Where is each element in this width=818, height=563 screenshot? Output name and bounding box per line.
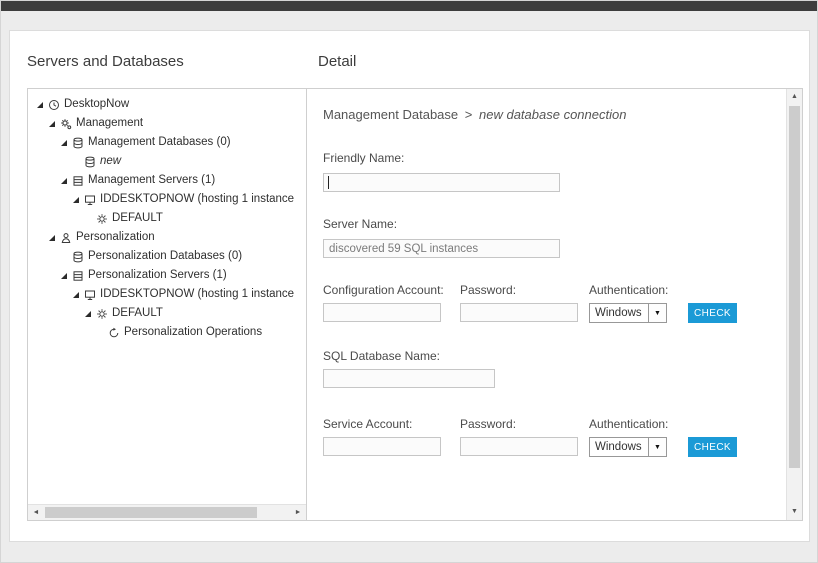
configuration-authentication-label: Authentication: xyxy=(589,283,668,297)
expander-expanded-icon[interactable] xyxy=(72,289,84,301)
tree-item-label: DEFAULT xyxy=(112,304,163,323)
tree-item[interactable]: IDDESKTOPNOW (hosting 1 instance xyxy=(30,285,304,304)
selected-authentication-value: Windows xyxy=(590,304,648,322)
detail-form: Management Database > new database conne… xyxy=(307,89,786,520)
vertical-scrollbar[interactable]: ▲ ▼ xyxy=(786,89,802,520)
tree-item[interactable]: new xyxy=(30,152,304,171)
user-icon xyxy=(60,232,74,244)
detail-panel-title: Detail xyxy=(318,53,356,70)
sql-database-name-label: SQL Database Name: xyxy=(323,349,440,363)
service-account-input[interactable] xyxy=(323,437,441,456)
text-cursor xyxy=(328,176,329,189)
tree-item[interactable]: DesktopNow xyxy=(30,95,304,114)
friendly-name-label: Friendly Name: xyxy=(323,151,404,165)
scroll-right-icon[interactable]: ► xyxy=(290,505,306,520)
expander-spacer xyxy=(84,213,96,225)
scroll-left-icon[interactable]: ◄ xyxy=(28,505,44,520)
scrollbar-thumb[interactable] xyxy=(789,106,800,468)
breadcrumb: Management Database > new database conne… xyxy=(323,107,626,122)
server-name-input[interactable] xyxy=(323,239,560,258)
title-bar xyxy=(1,1,817,11)
gear-icon xyxy=(96,308,110,320)
server-icon xyxy=(72,270,86,282)
expander-expanded-icon[interactable] xyxy=(60,175,72,187)
clock-icon xyxy=(48,99,62,111)
configuration-account-label: Configuration Account: xyxy=(323,283,444,297)
tree-item-label: Personalization xyxy=(76,228,155,247)
server-icon xyxy=(72,175,86,187)
detail-panel: Management Database > new database conne… xyxy=(306,88,803,521)
friendly-name-input[interactable] xyxy=(323,173,560,192)
tree-item[interactable]: Management Servers (1) xyxy=(30,171,304,190)
scroll-up-icon[interactable]: ▲ xyxy=(787,89,802,105)
operations-icon xyxy=(108,327,122,339)
service-account-label: Service Account: xyxy=(323,417,412,431)
scroll-down-icon[interactable]: ▼ xyxy=(787,504,802,520)
server-name-label: Server Name: xyxy=(323,217,397,231)
chevron-down-icon[interactable]: ▼ xyxy=(648,438,666,456)
configuration-check-button[interactable]: CHECK xyxy=(688,303,737,323)
expander-spacer xyxy=(60,251,72,263)
expander-spacer xyxy=(96,327,108,339)
service-password-label: Password: xyxy=(460,417,516,431)
service-authentication-select[interactable]: Windows ▼ xyxy=(589,437,667,457)
tree-item-label: Personalization Operations xyxy=(124,323,262,342)
configuration-password-input[interactable] xyxy=(460,303,578,322)
chevron-down-icon[interactable]: ▼ xyxy=(648,304,666,322)
tree-item-label: Personalization Servers (1) xyxy=(88,266,227,285)
monitor-icon xyxy=(84,194,98,206)
expander-expanded-icon[interactable] xyxy=(36,99,48,111)
database-icon xyxy=(72,251,86,263)
monitor-icon xyxy=(84,289,98,301)
breadcrumb-current: new database connection xyxy=(479,107,626,122)
expander-expanded-icon[interactable] xyxy=(72,194,84,206)
gear-icon xyxy=(96,213,110,225)
expander-expanded-icon[interactable] xyxy=(60,137,72,149)
breadcrumb-parent[interactable]: Management Database xyxy=(323,107,458,122)
database-icon xyxy=(72,137,86,149)
app-window: Servers and Databases Detail DesktopNowM… xyxy=(0,0,818,563)
tree: DesktopNowManagementManagement Databases… xyxy=(30,95,304,503)
tree-item[interactable]: Personalization Servers (1) xyxy=(30,266,304,285)
servers-panel-title: Servers and Databases xyxy=(27,53,184,70)
expander-expanded-icon[interactable] xyxy=(48,118,60,130)
expander-expanded-icon[interactable] xyxy=(60,270,72,282)
configuration-authentication-select[interactable]: Windows ▼ xyxy=(589,303,667,323)
expander-spacer xyxy=(72,156,84,168)
configuration-account-input[interactable] xyxy=(323,303,441,322)
breadcrumb-separator: > xyxy=(465,107,473,122)
configuration-password-label: Password: xyxy=(460,283,516,297)
main-panel: Servers and Databases Detail DesktopNowM… xyxy=(9,30,810,542)
tree-item[interactable]: DEFAULT xyxy=(30,304,304,323)
tree-item[interactable]: IDDESKTOPNOW (hosting 1 instance xyxy=(30,190,304,209)
service-authentication-label: Authentication: xyxy=(589,417,668,431)
tree-item-label: DEFAULT xyxy=(112,209,163,228)
tree-item[interactable]: Management Databases (0) xyxy=(30,133,304,152)
service-password-input[interactable] xyxy=(460,437,578,456)
tree-item-label: IDDESKTOPNOW (hosting 1 instance xyxy=(100,190,294,209)
tree-item[interactable]: Personalization Databases (0) xyxy=(30,247,304,266)
tree-item[interactable]: Personalization Operations xyxy=(30,323,304,342)
tree-item-label: new xyxy=(100,152,121,171)
tree-item[interactable]: Personalization xyxy=(30,228,304,247)
tree-item-label: Management Servers (1) xyxy=(88,171,215,190)
selected-authentication-value: Windows xyxy=(590,438,648,456)
service-check-button[interactable]: CHECK xyxy=(688,437,737,457)
servers-tree-panel: DesktopNowManagementManagement Databases… xyxy=(27,88,307,521)
tree-item-label: IDDESKTOPNOW (hosting 1 instance xyxy=(100,285,294,304)
tree-item-label: Management xyxy=(76,114,143,133)
tree-item[interactable]: Management xyxy=(30,114,304,133)
tree-item-label: Personalization Databases (0) xyxy=(88,247,242,266)
expander-expanded-icon[interactable] xyxy=(48,232,60,244)
scrollbar-thumb[interactable] xyxy=(45,507,257,518)
database-icon xyxy=(84,156,98,168)
tree-item-label: Management Databases (0) xyxy=(88,133,231,152)
tree-item[interactable]: DEFAULT xyxy=(30,209,304,228)
sql-database-name-input[interactable] xyxy=(323,369,495,388)
expander-expanded-icon[interactable] xyxy=(84,308,96,320)
tree-item-label: DesktopNow xyxy=(64,95,129,114)
gears-icon xyxy=(60,118,74,130)
horizontal-scrollbar[interactable]: ◄ ► xyxy=(28,504,306,520)
